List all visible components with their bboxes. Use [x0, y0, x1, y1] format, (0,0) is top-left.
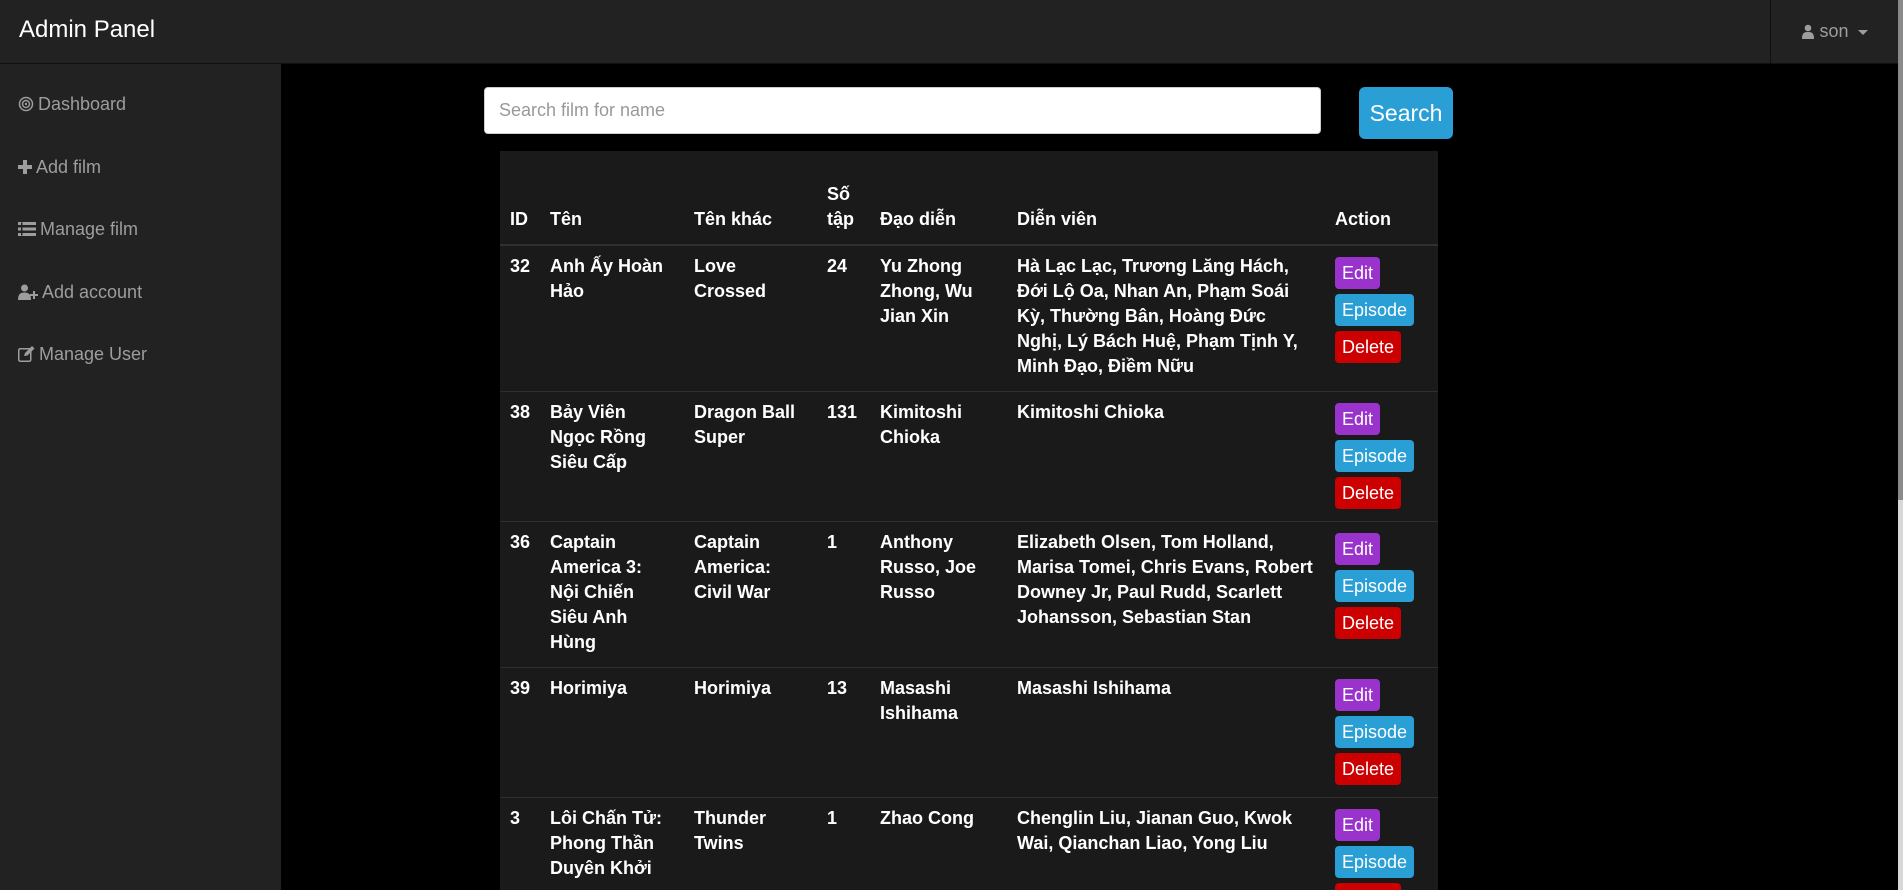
cell-id: 38	[500, 391, 540, 522]
cell-director: Yu Zhong Zhong, Wu Jian Xin	[870, 244, 1007, 392]
cell-actions: Edit Episode Delete	[1325, 797, 1438, 890]
column-header-episodes: Số tập	[817, 151, 870, 246]
column-header-action: Action	[1325, 151, 1438, 246]
top-navbar: Admin Panel son	[0, 0, 1898, 64]
sidebar: Dashboard Add film Manage film Add accou…	[0, 64, 281, 890]
cell-director: Masashi Ishihama	[870, 667, 1007, 798]
cell-name: Anh Ấy Hoàn Hảo	[540, 244, 684, 392]
episode-button[interactable]: Episode	[1335, 294, 1415, 326]
cell-actions: Edit Episode Delete	[1325, 244, 1438, 392]
table-row: 38 Bảy Viên Ngọc Rồng Siêu Cấp Dragon Ba…	[500, 391, 1438, 522]
table-row: 3 Lôi Chấn Tử: Phong Thần Duyên Khởi Thu…	[500, 797, 1438, 890]
episode-button[interactable]: Episode	[1335, 570, 1415, 602]
sidebar-item-label: Manage User	[39, 343, 148, 364]
sidebar-item-label: Manage film	[40, 218, 139, 239]
cell-actions: Edit Episode Delete	[1325, 521, 1438, 668]
edit-icon	[18, 346, 35, 362]
edit-button[interactable]: Edit	[1335, 257, 1381, 289]
cell-id: 32	[500, 244, 540, 392]
column-header-cast: Diễn viên	[1007, 151, 1325, 246]
cell-director: Kimitoshi Chioka	[870, 391, 1007, 522]
action-buttons: Edit Episode Delete	[1335, 533, 1428, 639]
cell-episodes: 24	[817, 244, 870, 392]
films-table: ID Tên Tên khác Số tập Đạo diễn Diễn viê…	[500, 151, 1438, 890]
cell-other-name: Horimiya	[684, 667, 817, 798]
edit-button[interactable]: Edit	[1335, 679, 1381, 711]
delete-button[interactable]: Delete	[1335, 883, 1402, 890]
action-buttons: Edit Episode Delete	[1335, 403, 1428, 509]
list-icon	[18, 222, 36, 236]
search-button[interactable]: Search	[1359, 87, 1453, 139]
cell-episodes: 1	[817, 521, 870, 668]
cell-director: Zhao Cong	[870, 797, 1007, 890]
cell-cast: Hà Lạc Lạc, Trương Lăng Hách, Đới Lộ Oa,…	[1007, 244, 1325, 392]
column-header-other-name: Tên khác	[684, 151, 817, 246]
cell-name: Horimiya	[540, 667, 684, 798]
column-header-director: Đạo diễn	[870, 151, 1007, 246]
action-buttons: Edit Episode Delete	[1335, 257, 1428, 363]
cell-episodes: 131	[817, 391, 870, 522]
sidebar-item-add-film[interactable]: Add film	[18, 155, 101, 179]
delete-button[interactable]: Delete	[1335, 607, 1402, 639]
plus-icon	[18, 160, 32, 174]
sidebar-item-manage-film[interactable]: Manage film	[18, 217, 138, 241]
edit-button[interactable]: Edit	[1335, 533, 1381, 565]
table-row: 39 Horimiya Horimiya 13 Masashi Ishihama…	[500, 667, 1438, 798]
cell-episodes: 1	[817, 797, 870, 890]
cell-director: Anthony Russo, Joe Russo	[870, 521, 1007, 668]
sidebar-item-label: Add account	[42, 281, 143, 302]
search-input[interactable]	[484, 87, 1321, 134]
films-table-body: 32 Anh Ấy Hoàn Hảo Love Crossed 24 Yu Zh…	[500, 244, 1438, 890]
cell-name: Captain America 3: Nội Chiến Siêu Anh Hù…	[540, 521, 684, 668]
cell-other-name: Captain America: Civil War	[684, 521, 817, 668]
username-label: son	[1819, 21, 1849, 41]
cell-id: 36	[500, 521, 540, 668]
cell-cast: Chenglin Liu, Jianan Guo, Kwok Wai, Qian…	[1007, 797, 1325, 890]
scrollbar-thumb[interactable]	[1898, 0, 1903, 500]
cell-cast: Elizabeth Olsen, Tom Holland, Marisa Tom…	[1007, 521, 1325, 668]
episode-button[interactable]: Episode	[1335, 716, 1415, 748]
cell-other-name: Thunder Twins	[684, 797, 817, 890]
films-table-container: ID Tên Tên khác Số tập Đạo diễn Diễn viê…	[500, 151, 1438, 890]
table-header-row: ID Tên Tên khác Số tập Đạo diễn Diễn viê…	[500, 151, 1438, 246]
delete-button[interactable]: Delete	[1335, 753, 1402, 785]
edit-button[interactable]: Edit	[1335, 809, 1381, 841]
cell-other-name: Love Crossed	[684, 244, 817, 392]
sidebar-item-label: Dashboard	[38, 93, 127, 114]
sidebar-item-manage-user[interactable]: Manage User	[18, 342, 147, 366]
cell-cast: Masashi Ishihama	[1007, 667, 1325, 798]
user-icon	[1802, 24, 1815, 39]
cell-actions: Edit Episode Delete	[1325, 667, 1438, 798]
cell-id: 3	[500, 797, 540, 890]
sidebar-item-add-account[interactable]: Add account	[18, 280, 142, 304]
sidebar-item-dashboard[interactable]: Dashboard	[18, 92, 126, 116]
delete-button[interactable]: Delete	[1335, 477, 1402, 509]
cell-other-name: Dragon Ball Super	[684, 391, 817, 522]
table-row: 32 Anh Ấy Hoàn Hảo Love Crossed 24 Yu Zh…	[500, 244, 1438, 392]
action-buttons: Edit Episode Delete	[1335, 809, 1428, 890]
episode-button[interactable]: Episode	[1335, 440, 1415, 472]
cell-name: Bảy Viên Ngọc Rồng Siêu Cấp	[540, 391, 684, 522]
user-add-icon	[18, 284, 38, 300]
edit-button[interactable]: Edit	[1335, 403, 1381, 435]
cell-id: 39	[500, 667, 540, 798]
cell-name: Lôi Chấn Tử: Phong Thần Duyên Khởi	[540, 797, 684, 890]
caret-down-icon	[1857, 30, 1868, 35]
episode-button[interactable]: Episode	[1335, 846, 1415, 878]
cell-cast: Kimitoshi Chioka	[1007, 391, 1325, 522]
sidebar-item-label: Add film	[36, 156, 102, 177]
dashboard-icon	[18, 96, 34, 112]
column-header-id: ID	[500, 151, 540, 246]
user-menu-dropdown[interactable]: son	[1770, 0, 1899, 63]
cell-episodes: 13	[817, 667, 870, 798]
delete-button[interactable]: Delete	[1335, 331, 1402, 363]
cell-actions: Edit Episode Delete	[1325, 391, 1438, 522]
action-buttons: Edit Episode Delete	[1335, 679, 1428, 785]
table-row: 36 Captain America 3: Nội Chiến Siêu Anh…	[500, 521, 1438, 668]
brand-title[interactable]: Admin Panel	[19, 16, 155, 44]
column-header-name: Tên	[540, 151, 684, 246]
